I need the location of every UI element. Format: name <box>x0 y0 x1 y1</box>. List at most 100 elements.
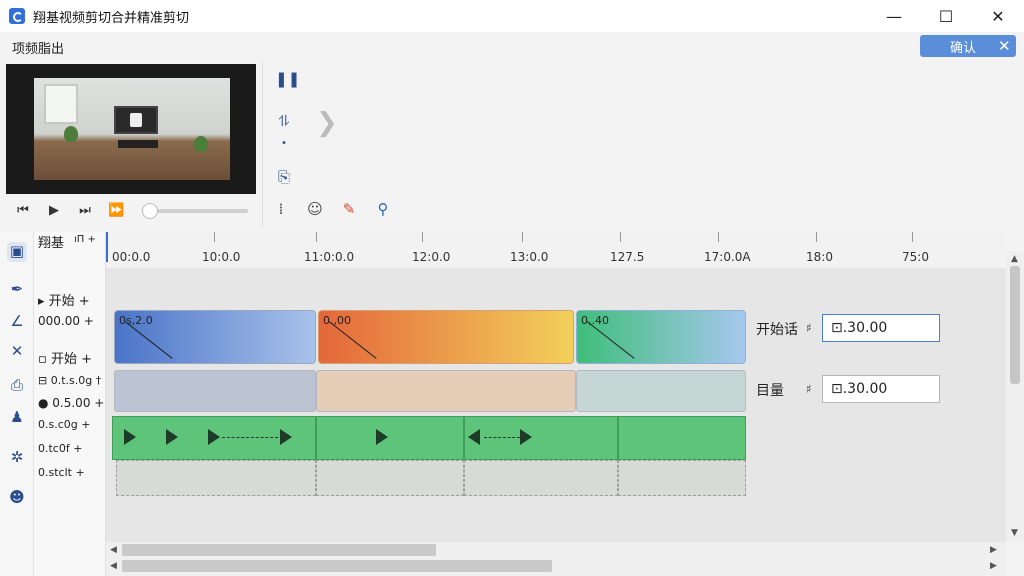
next-icon[interactable]: ⏭ <box>77 203 93 219</box>
vertical-scroll-thumb[interactable] <box>1010 266 1020 384</box>
window-title: 翔基视频剪切合并精准剪切 <box>33 10 190 26</box>
audio-clip[interactable] <box>316 370 576 412</box>
track-row[interactable]: 0.s.c0g + <box>38 418 90 431</box>
video-clip[interactable]: 0,.40 <box>576 310 746 364</box>
play-marker-icon <box>124 429 136 445</box>
start-field-hash: ♯ <box>806 321 812 335</box>
fast-forward-icon[interactable]: ⏩ <box>108 203 124 219</box>
scroll-up-icon[interactable]: ▲ <box>1011 254 1018 264</box>
crossover-icon[interactable]: ✕ <box>7 342 27 362</box>
sticker-icon[interactable]: ☺ <box>304 200 326 222</box>
ruler-label: 12:0.0 <box>412 250 451 264</box>
ruler-label: 10:0.0 <box>202 250 241 264</box>
menu-item-export[interactable]: 项频脂出 <box>12 38 64 57</box>
scroll-left-icon[interactable]: ◀ <box>110 545 117 555</box>
scroll-down-icon[interactable]: ▼ <box>1011 528 1018 538</box>
media-icon[interactable]: ▣ <box>7 242 27 262</box>
video-preview[interactable] <box>6 64 256 194</box>
empty-track-slot[interactable] <box>464 460 618 496</box>
document-icon[interactable]: ⎙ <box>7 376 27 396</box>
ruler-label: 13:0.0 <box>510 250 549 264</box>
user-icon[interactable]: ♟ <box>7 408 27 428</box>
minimize-button[interactable]: — <box>868 0 920 32</box>
ruler-label: 00:0.0 <box>112 250 151 264</box>
start-time-input[interactable]: ⊡.30.00 <box>822 314 940 342</box>
scroll-left-icon[interactable]: ◀ <box>110 561 117 571</box>
track-row[interactable]: 0.tc0f + <box>38 442 82 455</box>
player-controls: ⏮ ▶ ⏭ ⏩ <box>6 198 256 224</box>
pen-tool-icon[interactable]: ✒ <box>7 280 27 300</box>
reverse-marker-icon <box>468 429 480 445</box>
marker-icon[interactable]: ⁞ <box>270 200 292 222</box>
play-marker-icon <box>280 429 292 445</box>
keyframe-icon[interactable]: ⚲ <box>372 200 394 222</box>
track-row[interactable]: ▸ 开始 + <box>38 290 90 309</box>
audio-clip[interactable] <box>576 370 746 412</box>
vertical-scrollbar[interactable]: ▲ ▼ <box>1006 252 1024 542</box>
confirm-button[interactable]: 确认 ✕ <box>920 35 1016 57</box>
scroll-right-icon[interactable]: ▶ <box>990 545 997 555</box>
pause-icon[interactable]: ❚❚ <box>275 70 300 88</box>
menu-bar: 项频脂出 <box>0 32 1024 60</box>
confirm-button-label: 确认 <box>950 40 977 56</box>
transition-strip[interactable] <box>316 416 464 460</box>
clip-label: 0,.40 <box>581 314 609 327</box>
track-row[interactable]: ▫ 开始 + <box>38 348 92 367</box>
track-row[interactable]: 000.00 + <box>38 314 94 328</box>
ruler-label: 17:0.0A <box>704 250 751 264</box>
play-marker-icon <box>166 429 178 445</box>
app-logo-icon <box>9 8 25 24</box>
close-button[interactable]: ✕ <box>972 0 1024 32</box>
mask-icon[interactable]: ☻ <box>7 488 27 508</box>
video-clip[interactable]: 0.,00 <box>318 310 574 364</box>
horizontal-scroll-thumb[interactable] <box>122 560 552 572</box>
ruler-tick <box>316 232 317 242</box>
playhead[interactable] <box>106 232 108 262</box>
audio-clip[interactable] <box>114 370 316 412</box>
trim-icon[interactable]: ⥮ <box>275 112 293 130</box>
track-row[interactable]: ● 0.5.00 + <box>38 396 104 410</box>
ruler-tick <box>214 232 215 242</box>
ruler-tick <box>718 232 719 242</box>
empty-track-slot[interactable] <box>316 460 464 496</box>
track-header: 翔基 ıΠ + ▸ 开始 + 000.00 + ▫ 开始 + ⊟ 0.t.s.0… <box>34 232 106 576</box>
dash-connector <box>484 437 520 438</box>
maximize-button[interactable]: ☐ <box>920 0 972 32</box>
track-row[interactable]: 0.stclt + <box>38 466 85 479</box>
preview-frame <box>34 78 230 180</box>
transition-strip[interactable] <box>464 416 618 460</box>
duration-input[interactable]: ⊡.30.00 <box>822 375 940 403</box>
angle-icon[interactable]: ∠ <box>7 312 27 332</box>
preview-plant <box>194 136 208 152</box>
empty-track-slot[interactable] <box>618 460 746 496</box>
previous-icon[interactable]: ⏮ <box>15 203 31 219</box>
track-header-suffix: ıΠ + <box>74 234 96 245</box>
clip-label: 0.,00 <box>323 314 351 327</box>
timeline-ruler[interactable]: 00:0.0 10:0.0 11:0:0.0 12:0.0 13:0.0 127… <box>106 232 1006 268</box>
play-marker-icon <box>208 429 220 445</box>
seek-track[interactable] <box>144 209 248 213</box>
duration-field-label: 目量 <box>756 383 784 399</box>
horizontal-scroll-thumb[interactable] <box>122 544 436 556</box>
dash-connector <box>222 437 278 438</box>
brush-icon[interactable]: ✎ <box>338 200 360 222</box>
split-icon[interactable]: ⎘ <box>275 168 293 186</box>
confirm-close-icon[interactable]: ✕ <box>998 37 1011 55</box>
play-icon[interactable]: ▶ <box>46 203 62 219</box>
seek-knob[interactable] <box>142 203 158 219</box>
scroll-right-icon[interactable]: ▶ <box>990 561 997 571</box>
effects-icon[interactable]: ✲ <box>7 448 27 468</box>
clip-keyframe-line <box>328 321 377 359</box>
track-row[interactable]: ⊟ 0.t.s.0g † <box>38 374 101 387</box>
ruler-label: 127.5 <box>610 250 645 264</box>
video-clip[interactable]: 0s,2.0 <box>114 310 316 364</box>
empty-track-slot[interactable] <box>116 460 316 496</box>
ruler-label: 75:0 <box>902 250 929 264</box>
preview-monitor <box>114 106 158 134</box>
play-marker-icon <box>376 429 388 445</box>
ruler-tick <box>912 232 913 242</box>
expand-chevron-icon[interactable]: ❯ <box>316 108 338 138</box>
tool-row: ⁞ ☺ ✎ ⚲ <box>270 198 406 224</box>
transition-strip[interactable] <box>618 416 746 460</box>
horizontal-scrollbar[interactable]: ◀ ▶ ◀ ▶ <box>106 542 1006 576</box>
